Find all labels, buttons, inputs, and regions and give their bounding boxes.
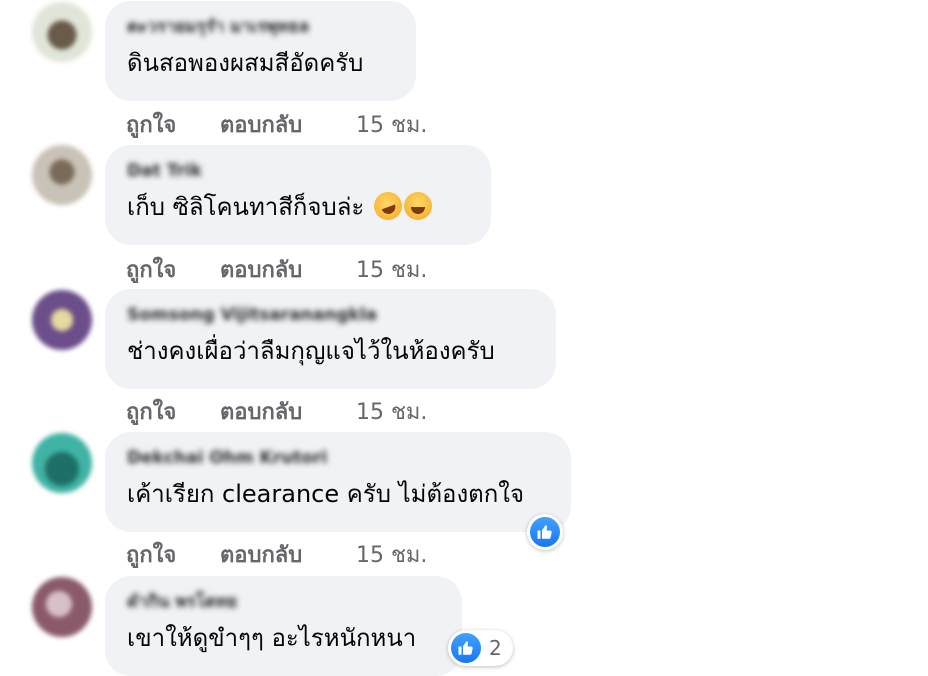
comment-author[interactable]: ดำกิน พรโตทย bbox=[127, 589, 440, 615]
comment-text: เขาให้ดูขำๆๆ อะไรหนักหนา bbox=[127, 624, 417, 652]
avatar[interactable] bbox=[32, 145, 92, 205]
like-icon bbox=[451, 633, 481, 663]
comment-text: เก็บ ซิลิโคนทาสีก็จบล่ะ bbox=[127, 188, 469, 225]
comment-actions: ถูกใจ ตอบกลับ 15 ชม. bbox=[126, 107, 427, 142]
like-link[interactable]: ถูกใจ bbox=[126, 394, 220, 429]
like-link[interactable]: ถูกใจ bbox=[126, 107, 220, 142]
comment-author[interactable]: Dat Trik bbox=[127, 158, 469, 184]
comment-author[interactable]: Dekchai Ohm Krutori bbox=[127, 445, 549, 471]
comment-actions: ถูกใจ ตอบกลับ 15 ชม. bbox=[126, 537, 427, 572]
tears-of-joy-emoji bbox=[403, 192, 432, 220]
rolling-on-floor-laughing-emoji bbox=[370, 188, 406, 224]
comment-bubble: Dat Trik เก็บ ซิลิโคนทาสีก็จบล่ะ bbox=[105, 145, 491, 245]
reply-link[interactable]: ตอบกลับ bbox=[220, 537, 356, 572]
timestamp[interactable]: 15 ชม. bbox=[356, 537, 427, 572]
reaction-badge[interactable] bbox=[527, 514, 563, 550]
reply-link[interactable]: ตอบกลับ bbox=[220, 107, 356, 142]
like-icon bbox=[530, 517, 560, 547]
comment-actions: ถูกใจ ตอบกลับ 15 ชม. bbox=[126, 252, 427, 287]
comment-author[interactable]: ตะวรายมรุรำ มาเรพุทธล bbox=[127, 14, 394, 40]
comment-bubble: ดำกิน พรโตทย เขาให้ดูขำๆๆ อะไรหนักหนา bbox=[105, 576, 462, 676]
timestamp[interactable]: 15 ชม. bbox=[356, 107, 427, 142]
comment-author[interactable]: Somsong Vijitsaranangkla bbox=[127, 302, 534, 328]
comment-actions: ถูกใจ ตอบกลับ 15 ชม. bbox=[126, 394, 427, 429]
reaction-count: 2 bbox=[489, 636, 502, 660]
comment-text: ดินสอพองผสมสีอัดครับ bbox=[127, 49, 364, 77]
timestamp[interactable]: 15 ชม. bbox=[356, 252, 427, 287]
comment-text: ช่างคงเผื่อว่าลืมกุญแจไว้ในห้องครับ bbox=[127, 337, 495, 365]
like-link[interactable]: ถูกใจ bbox=[126, 537, 220, 572]
reply-link[interactable]: ตอบกลับ bbox=[220, 252, 356, 287]
avatar[interactable] bbox=[32, 2, 92, 62]
comment-text-content: เก็บ ซิลิโคนทาสีก็จบล่ะ bbox=[127, 193, 365, 221]
timestamp[interactable]: 15 ชม. bbox=[356, 394, 427, 429]
reaction-badge[interactable]: 2 bbox=[448, 630, 513, 666]
comment-bubble: Somsong Vijitsaranangkla ช่างคงเผื่อว่าล… bbox=[105, 289, 556, 389]
like-link[interactable]: ถูกใจ bbox=[126, 252, 220, 287]
avatar[interactable] bbox=[32, 290, 92, 350]
comment-bubble: ตะวรายมรุรำ มาเรพุทธล ดินสอพองผสมสีอัดคร… bbox=[105, 1, 416, 101]
avatar[interactable] bbox=[32, 577, 92, 637]
reply-link[interactable]: ตอบกลับ bbox=[220, 394, 356, 429]
avatar[interactable] bbox=[32, 433, 92, 493]
comment-text: เค้าเรียก clearance ครับ ไม่ต้องตกใจ bbox=[127, 480, 525, 508]
comment-bubble: Dekchai Ohm Krutori เค้าเรียก clearance … bbox=[105, 432, 571, 532]
